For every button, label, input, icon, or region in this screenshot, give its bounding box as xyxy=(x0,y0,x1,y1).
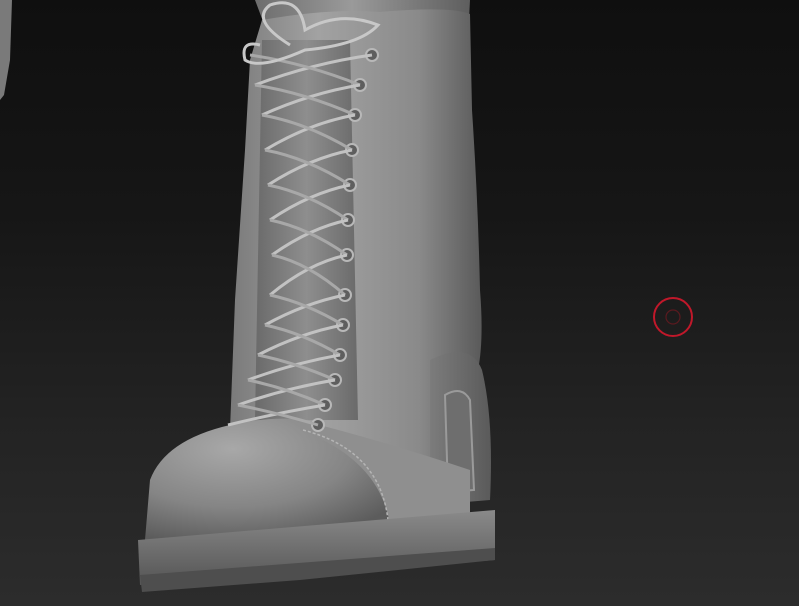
brush-circle-icon xyxy=(653,297,693,337)
3d-viewport[interactable] xyxy=(0,0,799,606)
brush-cursor[interactable] xyxy=(652,296,694,338)
edge-sliver xyxy=(0,0,12,100)
